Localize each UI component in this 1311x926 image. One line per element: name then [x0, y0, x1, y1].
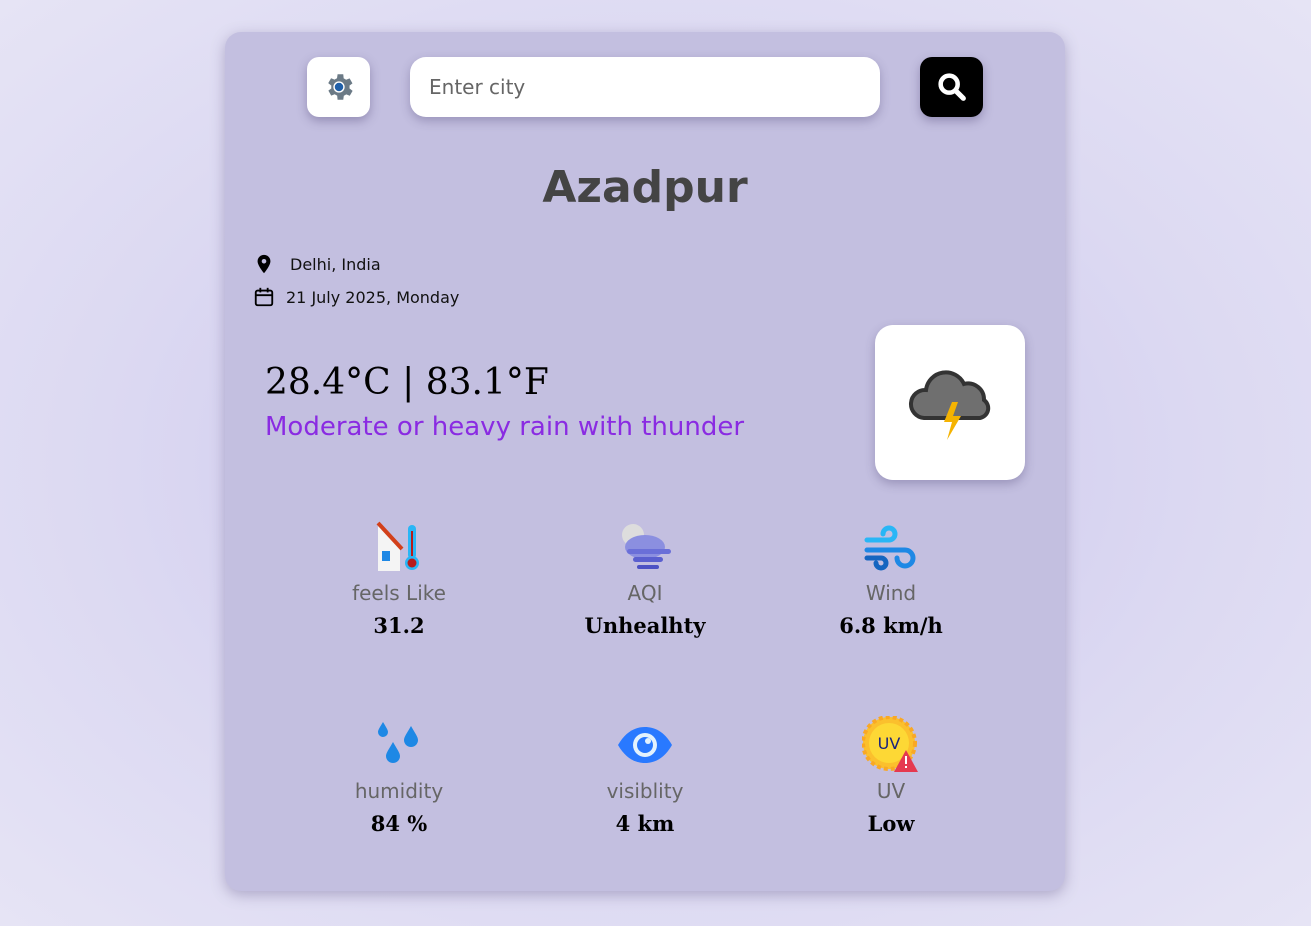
search-icon — [937, 73, 966, 101]
region-text: Delhi, India — [290, 254, 381, 274]
thermometer-house-icon — [376, 521, 419, 571]
stat-label: feels Like — [352, 581, 446, 605]
wind-icon — [864, 525, 916, 571]
water-drops-icon — [378, 722, 418, 763]
weather-icon-box — [875, 325, 1025, 480]
date-row: 21 July 2025, Monday — [253, 285, 459, 309]
temperature: 28.4°C | 83.1°F — [265, 362, 549, 403]
condition-text: Moderate or heavy rain with thunder — [265, 412, 745, 442]
stat-value: 31.2 — [373, 613, 425, 638]
city-name: Azadpur — [542, 162, 748, 213]
uv-warning-icon: UV — [862, 716, 918, 772]
weather-card: Azadpur Delhi, India 21 July 2025, Monda… — [225, 32, 1065, 891]
settings-button[interactable] — [307, 57, 370, 117]
stat-value: 84 % — [370, 811, 428, 836]
aqi-fog-icon — [622, 524, 671, 569]
uv-badge-text: UV — [878, 734, 901, 753]
stat-label: visiblity — [606, 779, 684, 803]
date-text: 21 July 2025, Monday — [286, 287, 460, 307]
location-row: Delhi, India — [253, 252, 381, 276]
city-search-input[interactable] — [410, 57, 880, 117]
stat-uv: UV UV Low — [771, 715, 1011, 836]
stat-wind: Wind 6.8 km/h — [771, 517, 1011, 638]
search-button[interactable] — [920, 57, 983, 117]
stat-humidity: humidity 84 % — [279, 715, 519, 836]
stat-value: 4 km — [615, 811, 675, 836]
stat-label: UV — [876, 779, 906, 803]
map-pin-icon — [257, 254, 271, 274]
stat-label: AQI — [627, 581, 663, 605]
stat-label: humidity — [354, 779, 444, 803]
stat-feels-like: feels Like 31.2 — [279, 517, 519, 638]
stat-value: Low — [867, 811, 915, 836]
thunderstorm-icon — [908, 369, 991, 440]
stat-value: 6.8 km/h — [839, 613, 943, 638]
gear-icon — [327, 74, 353, 100]
eye-icon — [618, 727, 672, 763]
stat-value: Unhealhty — [584, 613, 706, 638]
stat-aqi: AQI Unhealhty — [525, 517, 765, 638]
stat-label: Wind — [865, 581, 917, 605]
calendar-icon — [254, 287, 274, 307]
stat-visibility: visiblity 4 km — [525, 715, 765, 836]
